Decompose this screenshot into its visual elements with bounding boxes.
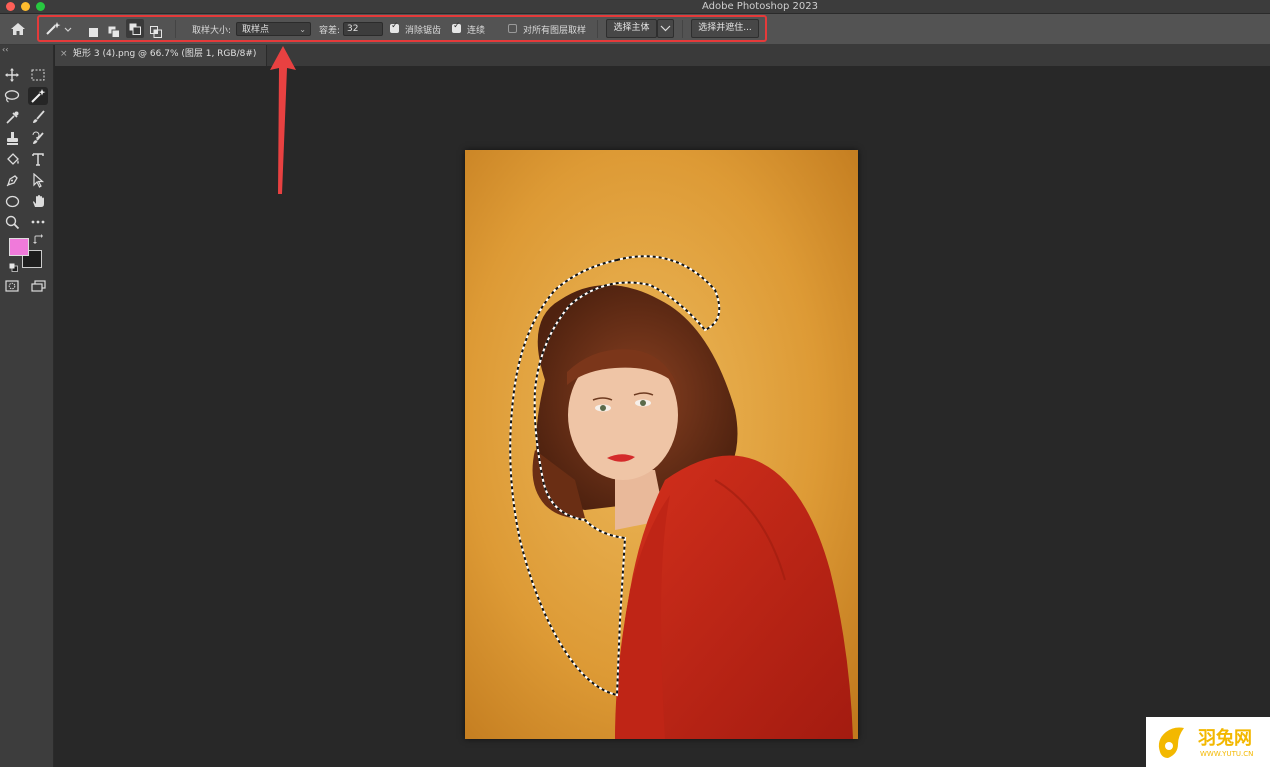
document-tab-label: 矩形 3 (4).png @ 66.7% (图层 1, RGB/8#) bbox=[73, 49, 257, 59]
swap-arrow-icon bbox=[33, 234, 43, 244]
sample-size-select[interactable]: 取样点 ⌄ bbox=[236, 22, 311, 36]
tolerance-input[interactable]: 32 bbox=[343, 22, 383, 36]
tools-panel: ‹‹ bbox=[0, 45, 54, 767]
portrait-photo bbox=[465, 150, 858, 739]
path-selection-tool[interactable] bbox=[28, 171, 48, 189]
pen-icon bbox=[6, 174, 18, 186]
home-icon bbox=[11, 23, 25, 35]
paint-bucket-icon bbox=[6, 152, 19, 165]
rectangle-marquee-icon bbox=[31, 69, 45, 81]
sample-all-layers-label: 对所有图层取样 bbox=[523, 25, 587, 36]
watermark-brand: 羽兔网 bbox=[1198, 728, 1252, 749]
quick-mask-icon bbox=[5, 280, 19, 292]
history-brush-tool[interactable] bbox=[28, 129, 48, 147]
screen-mode-button[interactable] bbox=[28, 277, 48, 295]
subtract-selection-icon bbox=[129, 23, 141, 35]
sample-size-value: 取样点 bbox=[242, 25, 270, 35]
sample-size-label: 取样大小: bbox=[192, 25, 232, 36]
document-canvas[interactable] bbox=[465, 150, 858, 739]
select-and-mask-button[interactable]: 选择并遮住... bbox=[691, 19, 759, 38]
add-selection-icon bbox=[108, 26, 120, 38]
contiguous-label: 连续 bbox=[467, 25, 486, 36]
separator bbox=[175, 20, 176, 38]
add-to-selection-button[interactable] bbox=[108, 23, 120, 38]
zoom-tool[interactable] bbox=[2, 213, 22, 231]
history-brush-icon bbox=[32, 131, 44, 144]
sample-all-layers-checkbox[interactable] bbox=[508, 24, 517, 33]
more-tools-button[interactable] bbox=[28, 213, 48, 231]
direct-selection-arrow-icon bbox=[33, 172, 45, 188]
default-colors-button[interactable] bbox=[8, 262, 18, 272]
hand-icon bbox=[32, 194, 44, 207]
ellipse-icon bbox=[5, 195, 19, 207]
annotation-arrow bbox=[270, 46, 296, 194]
rabbit-logo-icon bbox=[1158, 727, 1184, 758]
move-icon bbox=[5, 68, 19, 82]
select-subject-button[interactable]: 选择主体 bbox=[606, 19, 657, 38]
stamp-tool[interactable] bbox=[2, 129, 22, 147]
watermark-url: WWW.YUTU.CN bbox=[1200, 750, 1254, 758]
contiguous-checkbox[interactable] bbox=[452, 21, 461, 33]
app-title: Adobe Photoshop 2023 bbox=[702, 1, 818, 12]
lasso-tool[interactable] bbox=[2, 87, 22, 105]
clone-stamp-icon bbox=[6, 131, 18, 145]
more-icon bbox=[31, 220, 45, 224]
type-icon bbox=[32, 153, 44, 166]
brush-tool[interactable] bbox=[28, 108, 48, 126]
anti-alias-label: 消除锯齿 bbox=[405, 25, 442, 36]
select-subject-dropdown[interactable] bbox=[657, 19, 674, 38]
magic-wand-icon bbox=[31, 89, 46, 103]
eyedropper-icon bbox=[5, 111, 18, 124]
options-bar: 取样大小: 取样点 ⌄ 容差: 32 消除锯齿 连续 对所有图层取样 选择主体 … bbox=[0, 14, 1270, 45]
marquee-tool[interactable] bbox=[28, 66, 48, 84]
tolerance-label: 容差: bbox=[319, 25, 341, 36]
subtract-from-selection-button[interactable] bbox=[126, 19, 144, 38]
new-selection-button[interactable] bbox=[88, 23, 99, 37]
move-tool[interactable] bbox=[2, 66, 22, 84]
intersect-selection-icon bbox=[150, 26, 162, 38]
tool-preset-picker[interactable] bbox=[44, 14, 72, 44]
close-tab-icon[interactable]: × bbox=[60, 45, 68, 63]
new-selection-icon bbox=[89, 28, 98, 37]
intersect-selection-button[interactable] bbox=[150, 23, 162, 38]
watermark: 羽兔网 WWW.YUTU.CN bbox=[1146, 717, 1270, 767]
document-tab-strip: × 矩形 3 (4).png @ 66.7% (图层 1, RGB/8#) bbox=[55, 45, 1270, 66]
swap-colors-button[interactable] bbox=[32, 233, 44, 245]
document-tab[interactable]: × 矩形 3 (4).png @ 66.7% (图层 1, RGB/8#) bbox=[55, 45, 267, 66]
title-bar: Adobe Photoshop 2023 bbox=[0, 0, 1270, 14]
pen-tool[interactable] bbox=[2, 171, 22, 189]
eraser-tool[interactable] bbox=[2, 150, 22, 168]
home-button[interactable] bbox=[8, 20, 28, 38]
eyedropper-tool[interactable] bbox=[2, 108, 22, 126]
zoom-icon bbox=[5, 215, 19, 229]
screen-mode-icon bbox=[30, 280, 46, 292]
brush-icon bbox=[32, 109, 45, 123]
lasso-icon bbox=[4, 90, 20, 103]
quick-mask-button[interactable] bbox=[2, 277, 22, 295]
default-colors-icon bbox=[9, 263, 18, 272]
type-tool[interactable] bbox=[28, 150, 48, 168]
collapse-panel-icon[interactable]: ‹‹ bbox=[2, 45, 8, 54]
magic-wand-tool[interactable] bbox=[28, 87, 48, 105]
ellipse-tool[interactable] bbox=[2, 192, 22, 210]
anti-alias-checkbox[interactable] bbox=[390, 21, 399, 33]
chevron-down-icon: ⌄ bbox=[299, 25, 306, 34]
hand-tool[interactable] bbox=[28, 192, 48, 210]
separator bbox=[597, 20, 598, 38]
chevron-down-icon bbox=[660, 25, 671, 32]
separator bbox=[682, 20, 683, 38]
foreground-color-swatch[interactable] bbox=[9, 238, 29, 256]
magic-wand-icon bbox=[46, 22, 72, 35]
